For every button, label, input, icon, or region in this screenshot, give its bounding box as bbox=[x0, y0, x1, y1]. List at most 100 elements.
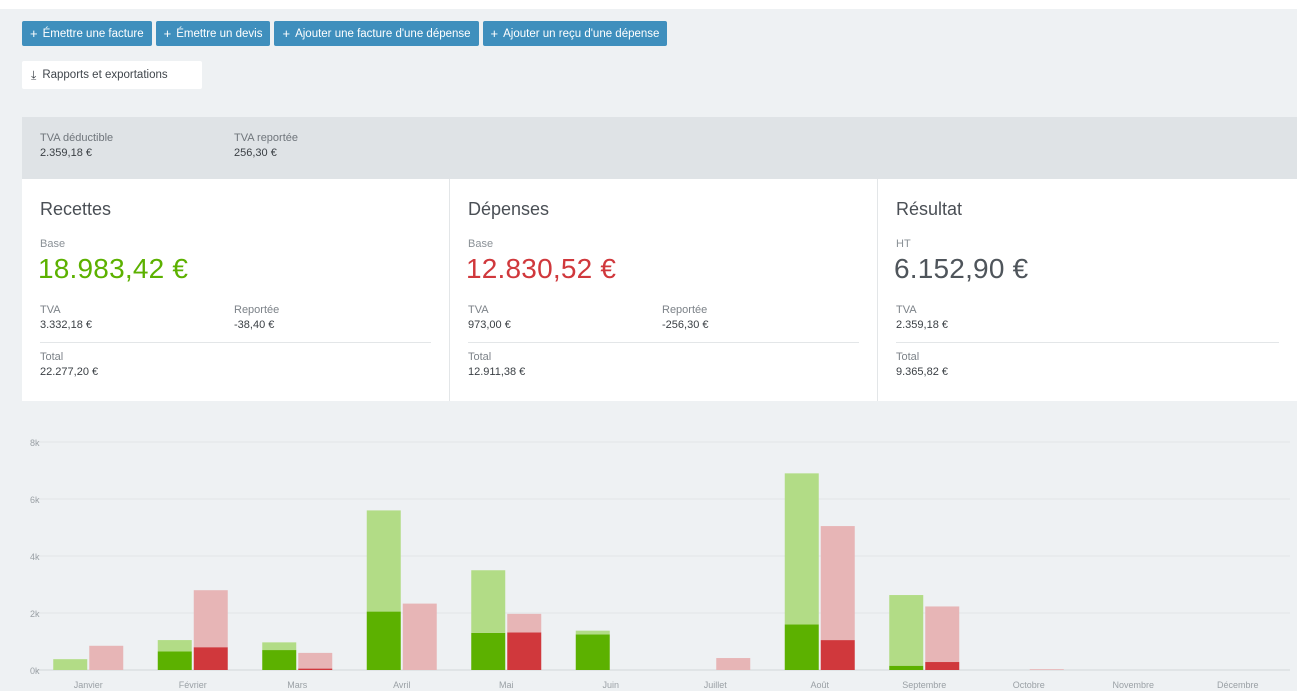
y-tick-label: 2k bbox=[30, 609, 40, 619]
y-tick-label: 0k bbox=[30, 666, 40, 676]
expense-tva: TVA 973,00 € bbox=[468, 304, 511, 331]
add-expense-receipt-button[interactable]: + Ajouter un reçu d'une dépense bbox=[482, 21, 668, 46]
expense-card: Dépenses Base 12.830,52 € TVA 973,00 € R… bbox=[450, 179, 878, 401]
recettes-bar-7[interactable] bbox=[784, 624, 819, 670]
result-ht-label: HT bbox=[896, 238, 911, 250]
recettes-bar-2[interactable] bbox=[262, 642, 297, 651]
recettes-bar-4[interactable] bbox=[471, 632, 506, 670]
recettes-bar-3[interactable] bbox=[366, 510, 401, 612]
issue-quote-button[interactable]: + Émettre un devis bbox=[155, 21, 271, 46]
depenses-bar-2[interactable] bbox=[298, 668, 333, 670]
x-tick-label: Août bbox=[810, 680, 829, 690]
depenses-bar-1[interactable] bbox=[193, 590, 228, 648]
expense-reported-label: Reportée bbox=[662, 304, 708, 316]
depenses-bar-4[interactable] bbox=[507, 613, 542, 633]
divider bbox=[468, 342, 859, 343]
reports-export-label: Rapports et exportations bbox=[42, 69, 168, 81]
top-strip bbox=[0, 0, 1297, 9]
plus-icon: + bbox=[490, 26, 499, 41]
monthly-bar-chart: 0k 2k 4k 6k 8k Janvier Février Mars Avril Mai Juin… bbox=[30, 438, 1290, 690]
recettes-bar-3[interactable] bbox=[366, 611, 401, 670]
expense-total-label: Total bbox=[468, 351, 492, 363]
income-tva: TVA 3.332,18 € bbox=[40, 304, 92, 331]
plus-icon: + bbox=[163, 26, 172, 41]
x-tick-label: Juillet bbox=[704, 680, 728, 690]
income-base-label: Base bbox=[40, 238, 66, 250]
reports-export-button[interactable]: ⤓ Rapports et exportations bbox=[22, 61, 202, 89]
expense-tva-label: TVA bbox=[468, 304, 489, 316]
add-expense-invoice-label: Ajouter une facture d'une dépense bbox=[295, 27, 471, 40]
issue-quote-label: Émettre un devis bbox=[176, 27, 263, 40]
recettes-bar-8[interactable] bbox=[889, 665, 924, 670]
add-expense-invoice-button[interactable]: + Ajouter une facture d'une dépense bbox=[274, 21, 479, 46]
result-tva-label: TVA bbox=[896, 304, 917, 316]
result-ht-value: 6.152,90 € bbox=[894, 253, 1029, 284]
result-total-value: 9.365,82 € bbox=[896, 366, 948, 378]
recettes-bar-5[interactable] bbox=[575, 630, 610, 635]
x-tick-label: Novembre bbox=[1112, 680, 1154, 690]
expense-total: Total 12.911,38 € bbox=[468, 351, 525, 378]
vat-deductible: TVA déductible 2.359,18 € bbox=[40, 132, 113, 159]
recettes-bar-1[interactable] bbox=[157, 651, 192, 670]
expense-reported-value: -256,30 € bbox=[662, 319, 709, 331]
vat-summary-band: TVA déductible 2.359,18 € TVA reportée 2… bbox=[22, 117, 1297, 179]
download-icon: ⤓ bbox=[31, 67, 37, 82]
result-title: Résultat bbox=[896, 199, 963, 219]
y-tick-label: 4k bbox=[30, 552, 40, 562]
income-tva-label: TVA bbox=[40, 304, 61, 316]
expense-base-value: 12.830,52 € bbox=[466, 253, 617, 284]
chart-bars bbox=[53, 473, 1064, 670]
income-reported-label: Reportée bbox=[234, 304, 280, 316]
expense-tva-value: 973,00 € bbox=[468, 319, 511, 331]
y-tick-label: 8k bbox=[30, 438, 40, 448]
depenses-bar-7[interactable] bbox=[820, 640, 855, 670]
depenses-bar-7[interactable] bbox=[820, 526, 855, 641]
x-tick-label: Septembre bbox=[902, 680, 946, 690]
recettes-bar-0[interactable] bbox=[53, 659, 88, 670]
income-reported: Reportée -38,40 € bbox=[234, 304, 279, 331]
depenses-bar-1[interactable] bbox=[193, 647, 228, 670]
issue-invoice-button[interactable]: + Émettre une facture bbox=[22, 21, 152, 46]
income-reported-value: -38,40 € bbox=[234, 319, 275, 331]
depenses-bar-3[interactable] bbox=[402, 603, 437, 670]
y-tick-label: 6k bbox=[30, 495, 40, 505]
depenses-bar-9[interactable] bbox=[1029, 669, 1064, 670]
plus-icon: + bbox=[30, 26, 38, 41]
issue-invoice-label: Émettre une facture bbox=[42, 27, 144, 40]
depenses-bar-4[interactable] bbox=[507, 632, 542, 670]
recettes-bar-8[interactable] bbox=[889, 595, 924, 666]
add-expense-receipt-label: Ajouter un reçu d'une dépense bbox=[503, 27, 660, 40]
action-toolbar: + Émettre une facture + Émettre un devis… bbox=[22, 21, 668, 46]
divider bbox=[896, 342, 1279, 343]
vat-carried-label: TVA reportée bbox=[234, 132, 298, 144]
depenses-bar-6[interactable] bbox=[716, 658, 751, 670]
x-tick-label: Juin bbox=[602, 680, 619, 690]
recettes-bar-5[interactable] bbox=[575, 634, 610, 670]
x-tick-label: Avril bbox=[393, 680, 410, 690]
income-total-value: 22.277,20 € bbox=[40, 366, 99, 378]
income-tva-value: 3.332,18 € bbox=[40, 319, 92, 331]
vat-carried: TVA reportée 256,30 € bbox=[234, 132, 298, 159]
depenses-bar-8[interactable] bbox=[925, 606, 960, 663]
depenses-bar-8[interactable] bbox=[925, 662, 960, 670]
x-tick-label: Octobre bbox=[1013, 680, 1045, 690]
x-tick-label: Décembre bbox=[1217, 680, 1259, 690]
depenses-bar-2[interactable] bbox=[298, 652, 333, 669]
recettes-bar-7[interactable] bbox=[784, 473, 819, 625]
income-total-label: Total bbox=[40, 351, 64, 363]
vat-deductible-value: 2.359,18 € bbox=[40, 147, 92, 159]
x-tick-label: Mars bbox=[287, 680, 307, 690]
expense-total-value: 12.911,38 € bbox=[468, 366, 526, 378]
result-tva: TVA 2.359,18 € bbox=[896, 304, 948, 331]
result-total: Total 9.365,82 € bbox=[896, 351, 948, 378]
recettes-bar-1[interactable] bbox=[157, 640, 192, 652]
income-base-value: 18.983,42 € bbox=[38, 253, 189, 284]
x-tick-label: Mai bbox=[499, 680, 514, 690]
expense-reported: Reportée -256,30 € bbox=[662, 304, 708, 331]
result-tva-value: 2.359,18 € bbox=[896, 319, 948, 331]
depenses-bar-0[interactable] bbox=[89, 645, 124, 670]
recettes-bar-4[interactable] bbox=[471, 570, 506, 633]
recettes-bar-2[interactable] bbox=[262, 650, 297, 670]
x-tick-label: Février bbox=[179, 680, 207, 690]
income-total: Total 22.277,20 € bbox=[40, 351, 98, 378]
